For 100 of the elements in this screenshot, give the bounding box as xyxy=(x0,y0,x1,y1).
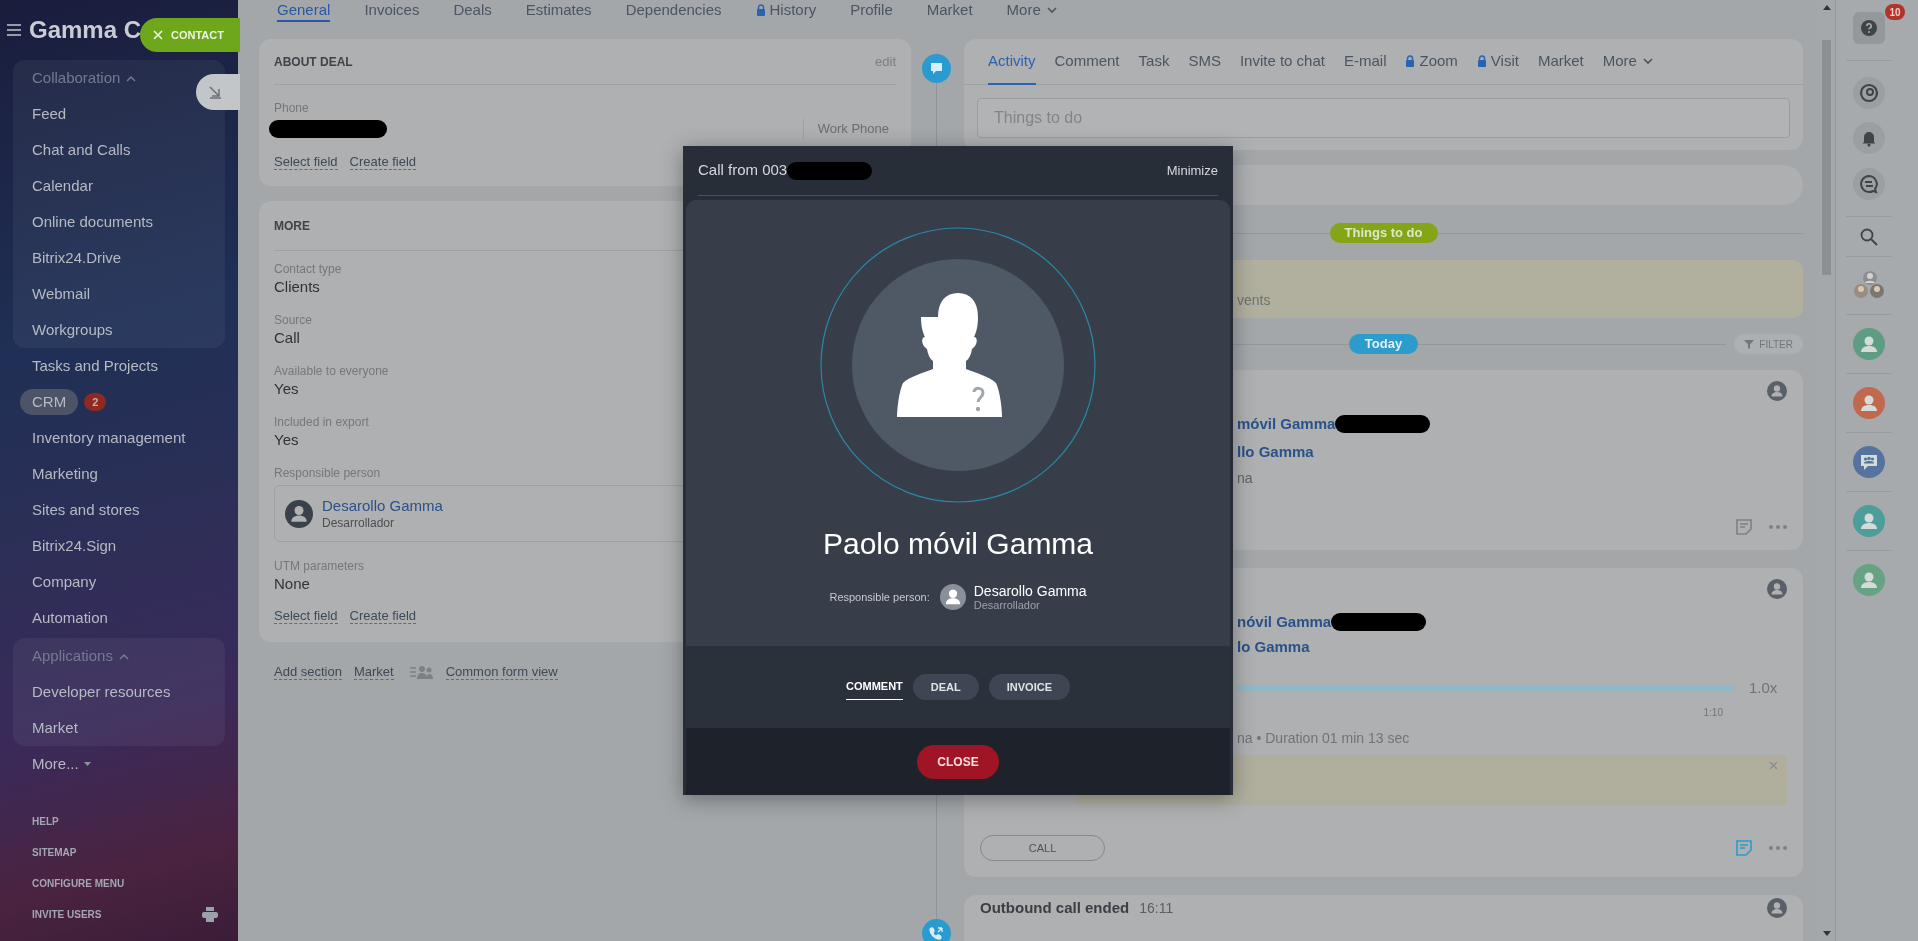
field-label: Phone xyxy=(274,100,310,116)
tab[interactable]: Dependencies xyxy=(625,0,722,22)
menu-item[interactable]: Automation xyxy=(20,604,120,632)
user-avatar-icon[interactable] xyxy=(1853,505,1885,537)
popup-tab[interactable]: COMMENT xyxy=(846,674,903,700)
tab[interactable]: Visit xyxy=(1476,39,1519,85)
phone-type-label: Work Phone xyxy=(802,119,889,139)
footer-link[interactable]: HELP xyxy=(32,814,59,829)
link[interactable]: Create field xyxy=(349,608,417,624)
tab[interactable]: Market xyxy=(1537,39,1584,85)
menu-item[interactable]: Sites and stores xyxy=(20,496,152,524)
menu-item[interactable]: Marketing xyxy=(20,460,110,488)
playback-speed[interactable]: 1.0x xyxy=(1749,676,1778,700)
footer-link[interactable]: INVITE USERS xyxy=(32,907,102,922)
tab[interactable]: More xyxy=(1602,39,1653,85)
filter-button[interactable]: FILTER xyxy=(1734,334,1803,354)
link[interactable]: Common form view xyxy=(445,664,558,680)
group-avatars-icon[interactable] xyxy=(1853,269,1885,301)
entry-text: na xyxy=(1237,468,1253,488)
person-position: Desarrollador xyxy=(973,598,1041,612)
entry-link[interactable]: móvil Gamma xyxy=(1237,412,1336,436)
lock-icon xyxy=(755,4,766,16)
link[interactable]: Market xyxy=(353,664,394,680)
footer-link[interactable]: SITEMAP xyxy=(32,845,77,860)
user-avatar-icon[interactable] xyxy=(1853,387,1885,419)
filter-icon xyxy=(1744,339,1755,349)
link[interactable]: Add section xyxy=(274,664,342,680)
entry-link[interactable]: nóvil Gamma xyxy=(1237,610,1332,634)
menu-item[interactable]: Market xyxy=(20,714,90,742)
scroll-down-icon[interactable] xyxy=(1822,931,1831,936)
tab[interactable]: More xyxy=(1006,0,1057,22)
chat-list-icon[interactable] xyxy=(1853,168,1885,200)
tab[interactable]: SMS xyxy=(1188,39,1221,85)
tab[interactable]: Estimates xyxy=(525,0,592,22)
tab[interactable]: Task xyxy=(1138,39,1170,85)
user-avatar-icon[interactable] xyxy=(1853,328,1885,360)
menu-item[interactable]: Online documents xyxy=(20,208,165,236)
day-pill: Today xyxy=(1348,334,1419,354)
scrollbar-thumb[interactable] xyxy=(1822,40,1831,275)
collapse-handle[interactable] xyxy=(196,74,240,110)
entry-link[interactable]: lo Gamma xyxy=(1237,635,1310,659)
entry-title: Outbound call ended xyxy=(980,897,1130,918)
note-icon[interactable] xyxy=(1736,519,1752,535)
link[interactable]: Select field xyxy=(274,154,338,170)
close-button[interactable]: CLOSE xyxy=(917,744,999,779)
help-button[interactable] xyxy=(1853,12,1885,44)
menu-item[interactable]: Bitrix24.Sign xyxy=(20,532,129,560)
menu-item[interactable]: Bitrix24.Drive xyxy=(20,244,134,272)
more-menu-button[interactable]: More... xyxy=(20,750,103,778)
entry-link[interactable]: llo Gamma xyxy=(1237,440,1314,464)
more-dots-icon[interactable] xyxy=(1769,846,1787,850)
menu-group-header[interactable]: Collaboration xyxy=(20,66,149,90)
notification-badge: 10 xyxy=(1885,4,1905,20)
footer-link[interactable]: CONFIGURE MENU xyxy=(32,876,125,891)
field-value: Yes xyxy=(274,430,300,450)
contact-close-button[interactable]: CONTACT xyxy=(140,18,240,52)
menu-group-header[interactable]: Applications xyxy=(20,644,141,668)
menu-item[interactable]: CRM xyxy=(20,388,79,416)
menu-item[interactable]: Workgroups xyxy=(20,316,125,344)
responsible-label: Responsible person: xyxy=(829,589,930,605)
menu-item[interactable]: Calendar xyxy=(20,172,105,200)
tab[interactable]: History xyxy=(755,0,817,22)
tab[interactable]: Invoices xyxy=(364,0,420,22)
tab[interactable]: Invite to chat xyxy=(1239,39,1325,85)
tab[interactable]: Deals xyxy=(453,0,492,22)
tab[interactable]: Comment xyxy=(1054,39,1120,85)
popup-tab[interactable]: DEAL xyxy=(912,674,979,700)
menu-item[interactable]: Tasks and Projects xyxy=(20,352,170,380)
person-name-link[interactable]: Desarollo Gamma xyxy=(322,496,443,515)
tab[interactable]: E-mail xyxy=(1343,39,1387,85)
field-label: Included in export xyxy=(274,414,370,430)
tab[interactable]: Market xyxy=(926,0,973,22)
menu-item[interactable]: Feed xyxy=(20,100,79,128)
user-avatar-icon xyxy=(1767,579,1787,599)
search-icon[interactable] xyxy=(1860,228,1878,246)
menu-item[interactable]: Webmail xyxy=(20,280,103,308)
call-detail: na • Duration 01 min 13 sec xyxy=(1237,728,1410,748)
scroll-up-icon[interactable] xyxy=(1822,5,1831,10)
menu-icon[interactable] xyxy=(7,24,21,36)
tab[interactable]: Profile xyxy=(850,0,893,22)
field-label: Contact type xyxy=(274,261,343,277)
group-chat-icon[interactable] xyxy=(1853,446,1885,478)
menu-item[interactable]: Developer resources xyxy=(20,678,183,706)
popup-tab[interactable]: INVOICE xyxy=(988,674,1070,700)
menu-item[interactable]: Company xyxy=(20,568,109,596)
person-position: Desarrollador xyxy=(322,514,396,531)
tab[interactable]: Zoom xyxy=(1405,39,1458,85)
link[interactable]: Create field xyxy=(349,154,417,170)
tab[interactable]: Activity xyxy=(988,39,1036,85)
bell-icon[interactable] xyxy=(1853,122,1885,154)
caret-icon xyxy=(83,762,91,766)
menu-item[interactable]: Chat and Calls xyxy=(20,136,143,164)
tab[interactable]: General xyxy=(277,0,331,22)
printer-icon[interactable] xyxy=(202,907,218,922)
menu-item[interactable]: Inventory management xyxy=(20,424,198,452)
minimize-button[interactable]: Minimize xyxy=(1166,160,1218,181)
user-avatar-icon[interactable] xyxy=(1853,564,1885,596)
more-dots-icon[interactable] xyxy=(1769,525,1787,529)
link[interactable]: Select field xyxy=(274,608,338,624)
entry-time: 16:11 xyxy=(1139,898,1174,918)
